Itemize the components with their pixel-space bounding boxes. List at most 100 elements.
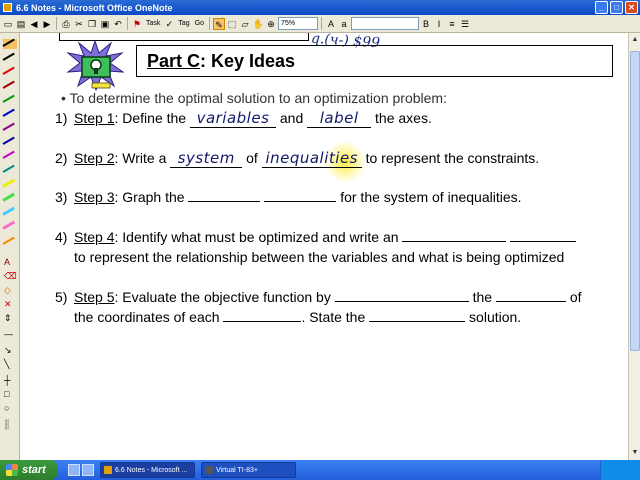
cut-icon[interactable]: ✂ — [73, 18, 85, 30]
shape-tool-icon[interactable]: ◇ — [4, 285, 11, 296]
scroll-down-icon[interactable]: ▼ — [630, 448, 640, 458]
key-ideas-key-icon — [66, 39, 124, 91]
pen-icon-blue[interactable] — [2, 108, 17, 119]
taskbar-item-onenote[interactable]: 6.6 Notes - Microsoft ... — [100, 462, 195, 478]
windows-taskbar: start 6.6 Notes - Microsoft ... Virtual … — [0, 460, 640, 480]
task-flag-icon[interactable]: ⚑ — [131, 18, 143, 30]
forward-icon[interactable]: ▶ — [41, 18, 53, 30]
pen-mode-icon[interactable]: ✎ — [213, 17, 226, 30]
pen-icon-selected[interactable] — [2, 38, 17, 49]
bold-icon[interactable]: B — [420, 18, 432, 30]
line-tool-icon[interactable]: — — [4, 329, 13, 339]
close-button[interactable]: ✕ — [625, 1, 638, 14]
highlighter-icon-pink[interactable] — [2, 220, 17, 231]
pen-icon-purple[interactable] — [2, 122, 17, 133]
highlighter-icon-cyan[interactable] — [2, 206, 17, 217]
answer-blank — [402, 230, 507, 242]
task-button[interactable]: Task — [144, 20, 162, 27]
answer-blank — [188, 190, 261, 202]
palette-options-icon[interactable]: ≡≡≡ — [3, 419, 9, 430]
pen-icon-orange[interactable] — [2, 236, 17, 247]
standard-toolbar: ▭ ▤ ◀ ▶ ⎙ ✂ ❐ ▣ ↶ ⚑ Task ✓ Tag Go ✎ ⬚ ▱ … — [0, 15, 640, 33]
delete-tool-icon[interactable]: ✕ — [4, 299, 12, 310]
maximize-button[interactable]: □ — [610, 1, 623, 14]
selection-icon[interactable]: ⬚ — [226, 18, 238, 30]
pen-icon-magenta[interactable] — [2, 150, 17, 161]
handwritten-answer-variables: variables — [189, 109, 276, 128]
scroll-up-icon[interactable]: ▲ — [630, 35, 640, 45]
insert-space-icon[interactable]: ⇕ — [4, 313, 12, 324]
axes-tool-icon[interactable]: ┼ — [4, 375, 10, 385]
windows-logo-icon — [6, 464, 18, 476]
scroll-thumb[interactable] — [630, 51, 640, 351]
align-icon[interactable]: ☰ — [459, 18, 471, 30]
quick-launch — [68, 464, 94, 476]
minimize-button[interactable]: _ — [595, 1, 608, 14]
highlighter-icon-yellow[interactable] — [2, 178, 17, 189]
start-button[interactable]: start — [0, 460, 58, 480]
print-icon[interactable]: ⎙ — [60, 18, 72, 30]
show-desktop-icon[interactable] — [68, 464, 80, 476]
onenote-app-icon — [3, 3, 12, 12]
step-5-line-2: the coordinates of each . State the solu… — [74, 309, 522, 325]
note-page[interactable]: q.(ч-) $99 Part C: Key Ideas • To determ… — [21, 33, 628, 460]
zoom-icon[interactable]: ⊕ — [265, 18, 277, 30]
tag-icon[interactable]: ✓ — [163, 18, 175, 30]
step-2: 2) Step 2: Write a system of inequalities… — [55, 149, 540, 168]
window-title: 6.6 Notes - Microsoft Office OneNote — [16, 2, 173, 13]
highlighter-icon-green[interactable] — [2, 192, 17, 203]
paste-icon[interactable]: ▣ — [99, 18, 111, 30]
tag-button[interactable]: Tag — [176, 20, 191, 27]
system-tray — [600, 460, 640, 480]
calculator-task-icon — [205, 466, 213, 474]
intro-bullet: • To determine the optimal solution to a… — [61, 90, 447, 106]
pen-icon-black[interactable] — [2, 52, 17, 63]
go-button[interactable]: Go — [193, 20, 206, 27]
copy-icon[interactable]: ❐ — [86, 18, 98, 30]
new-page-icon[interactable]: ▭ — [2, 18, 14, 30]
zoom-select[interactable]: 75% — [278, 17, 319, 30]
text-size-icon[interactable]: A — [325, 18, 337, 30]
back-icon[interactable]: ◀ — [28, 18, 40, 30]
eraser-tool-icon[interactable]: ⌫ — [4, 271, 17, 282]
handwritten-answer-label: label — [307, 109, 372, 128]
step-5: 5) Step 5: Evaluate the objective functio… — [55, 289, 582, 305]
open-icon[interactable]: ▤ — [15, 18, 27, 30]
page-title: Part C: Key Ideas — [147, 51, 296, 71]
eraser-icon[interactable]: ▱ — [239, 18, 251, 30]
handwritten-answer-system: system — [170, 149, 243, 168]
font-select[interactable] — [351, 17, 420, 30]
pen-icon-darkred[interactable] — [2, 80, 17, 91]
rectangle-tool-icon[interactable]: □ — [4, 389, 9, 399]
pen-palette: A ⌫ ◇ ✕ ⇕ — ↘ ╲ ┼ □ ○ ≡≡≡ — [0, 33, 20, 460]
vertical-scrollbar[interactable]: ▲ ▼ — [628, 33, 640, 460]
pen-icon-red[interactable] — [2, 66, 17, 77]
onenote-task-icon — [104, 466, 112, 474]
arrow-tool-icon[interactable]: ↘ — [4, 345, 12, 356]
answer-blank — [369, 310, 466, 322]
list-icon[interactable]: ≡ — [446, 18, 458, 30]
answer-blank — [334, 290, 469, 302]
font-icon[interactable]: a — [338, 18, 350, 30]
key-ideas-header-box: Part C: Key Ideas — [136, 45, 613, 77]
step-4: 4) Step 4: Identify what must be optimize… — [55, 229, 577, 245]
answer-blank — [223, 310, 302, 322]
pen-icon-green[interactable] — [2, 94, 17, 105]
panning-hand-icon[interactable]: ✋ — [252, 18, 264, 30]
taskbar-item-ti83[interactable]: Virtual TI-83+ — [201, 462, 296, 478]
ellipse-tool-icon[interactable]: ○ — [4, 403, 9, 413]
text-tool-icon[interactable]: A — [4, 257, 10, 267]
step-4-line-2: to represent the relationship between th… — [74, 249, 565, 265]
pen-icon-teal[interactable] — [2, 164, 17, 175]
window-title-bar: 6.6 Notes - Microsoft Office OneNote _ □… — [0, 0, 640, 15]
pen-icon-navy[interactable] — [2, 136, 17, 147]
answer-blank — [264, 190, 337, 202]
browser-icon[interactable] — [82, 464, 94, 476]
step-1: 1) Step 1: Define the variables and label… — [55, 109, 432, 128]
line-tool-diagonal-icon[interactable]: ╲ — [4, 359, 9, 370]
undo-icon[interactable]: ↶ — [112, 18, 124, 30]
answer-blank — [510, 230, 577, 242]
answer-blank — [495, 290, 566, 302]
handwritten-answer-inequalities: inequalities — [261, 149, 362, 168]
italic-icon[interactable]: I — [433, 18, 445, 30]
